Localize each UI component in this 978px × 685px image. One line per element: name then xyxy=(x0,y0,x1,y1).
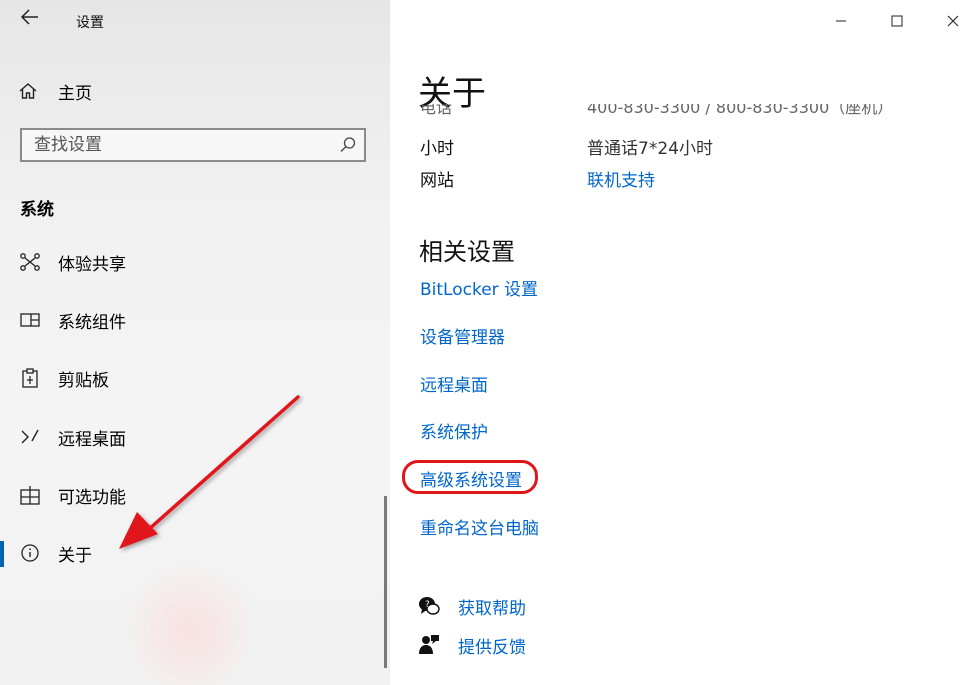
device-manager-link[interactable]: 设备管理器 xyxy=(420,323,505,348)
sidebar-item-label: 远程桌面 xyxy=(58,429,126,450)
get-help-link[interactable]: 获取帮助 xyxy=(458,594,526,619)
share-experience-icon xyxy=(19,251,41,273)
selection-marker xyxy=(0,541,4,567)
nav-home-label: 主页 xyxy=(58,83,92,104)
system-components-icon xyxy=(19,309,41,331)
sidebar-item-label: 剪贴板 xyxy=(58,370,109,391)
minimize-button[interactable] xyxy=(818,0,864,40)
sidebar-item-share-experience[interactable]: 体验共享 xyxy=(0,242,390,282)
window-title: 设置 xyxy=(76,15,104,31)
system-protection-link[interactable]: 系统保护 xyxy=(420,418,488,443)
sidebar-item-optional-features[interactable]: 可选功能 xyxy=(0,475,390,515)
search-icon[interactable] xyxy=(338,135,358,155)
sidebar-item-remote-desktop[interactable]: 远程桌面 xyxy=(0,417,390,457)
maximize-button[interactable] xyxy=(874,0,920,40)
website-label: 网站 xyxy=(420,171,454,191)
close-button[interactable] xyxy=(930,0,976,40)
search-box[interactable] xyxy=(20,128,366,162)
minimize-icon xyxy=(836,20,846,21)
info-icon xyxy=(19,542,41,564)
close-icon xyxy=(947,15,959,26)
nav-home[interactable]: 主页 xyxy=(18,76,92,106)
home-icon xyxy=(18,81,38,101)
sidebar-item-label: 系统组件 xyxy=(58,312,126,333)
sidebar-item-clipboard[interactable]: 剪贴板 xyxy=(0,358,390,398)
feedback-link[interactable]: 提供反馈 xyxy=(458,633,526,658)
section-heading-system: 系统 xyxy=(20,200,54,220)
background-glow xyxy=(120,560,260,685)
hours-label: 小时 xyxy=(420,139,454,159)
back-arrow-icon[interactable] xyxy=(16,6,44,34)
sidebar-item-system-components[interactable]: 系统组件 xyxy=(0,300,390,340)
get-help-icon: ? xyxy=(418,595,440,617)
search-input[interactable] xyxy=(22,130,334,160)
phone-value: 400-830-3300 / 800-830-3300（座机） xyxy=(587,104,894,117)
sidebar-item-label: 可选功能 xyxy=(58,487,126,508)
remote-desktop-link[interactable]: 远程桌面 xyxy=(420,371,488,396)
nav-scrollbar[interactable] xyxy=(384,496,387,668)
remote-desktop-icon xyxy=(19,426,41,448)
sidebar-item-about[interactable]: 关于 xyxy=(0,533,390,573)
maximize-icon xyxy=(891,15,903,26)
online-support-link[interactable]: 联机支持 xyxy=(587,166,655,191)
bitlocker-settings-link[interactable]: BitLocker 设置 xyxy=(420,275,538,300)
sidebar-item-label: 体验共享 xyxy=(58,254,126,275)
hours-value: 普通话7*24小时 xyxy=(587,139,713,159)
clipped-phone-row: 电话 400-830-3300 / 800-830-3300（座机） xyxy=(420,104,950,118)
svg-text:?: ? xyxy=(425,600,430,610)
navigation-pane: 设置 主页 系统 体验共享 系统组件 剪贴板 远程桌面 xyxy=(0,0,390,685)
related-settings-heading: 相关设置 xyxy=(419,238,515,266)
optional-features-icon xyxy=(19,484,41,506)
feedback-row[interactable]: 提供反馈 xyxy=(418,631,526,659)
sidebar-item-label: 关于 xyxy=(58,545,92,566)
rename-pc-link[interactable]: 重命名这台电脑 xyxy=(420,514,539,539)
clipboard-icon xyxy=(19,367,41,389)
feedback-icon xyxy=(418,634,440,656)
highlight-annotation xyxy=(402,460,538,494)
phone-label: 电话 xyxy=(420,104,453,117)
get-help-row[interactable]: ? 获取帮助 xyxy=(418,592,526,620)
